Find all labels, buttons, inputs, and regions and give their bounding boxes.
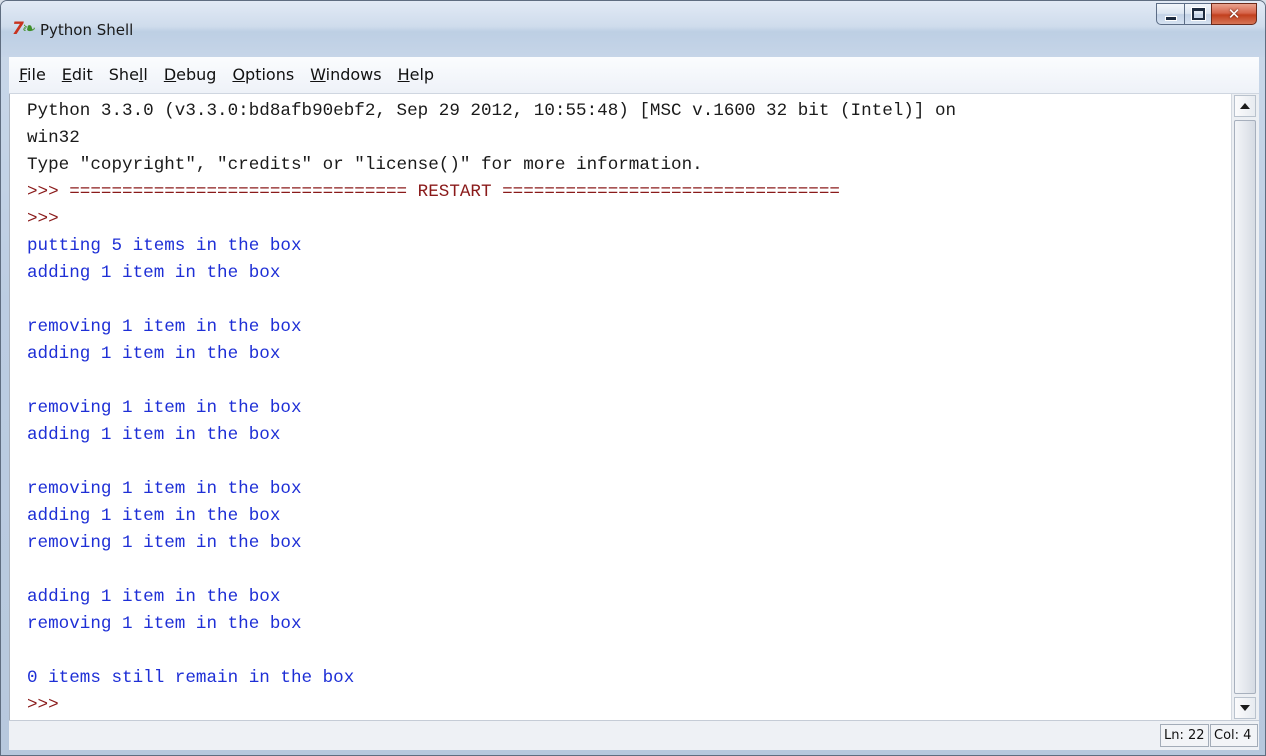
shell-output-line: removing 1 item in the box: [27, 398, 302, 418]
shell-output-line: adding 1 item in the box: [27, 506, 281, 526]
shell-prompt-line: >>>: [27, 209, 70, 229]
menu-file-label: ile: [27, 65, 46, 84]
menu-shell[interactable]: Shell: [101, 64, 156, 86]
close-button[interactable]: ✕: [1211, 3, 1257, 25]
minimize-button[interactable]: [1156, 3, 1184, 25]
scroll-down-button[interactable]: [1234, 697, 1256, 719]
shell-output-line: adding 1 item in the box: [27, 587, 281, 607]
menu-debug-label: ebug: [176, 65, 217, 84]
menu-edit-label: dit: [71, 65, 93, 84]
menu-windows-label: indows: [325, 65, 382, 84]
menu-options-label: ptions: [245, 65, 295, 84]
menu-edit[interactable]: Edit: [54, 64, 101, 86]
title-bar[interactable]: 7❧ Python Shell ✕: [1, 1, 1265, 57]
shell-prompt-line: >>>: [27, 695, 70, 715]
shell-prompt-line: >>> ================================ RES…: [27, 182, 840, 202]
shell-output-line: 0 items still remain in the box: [27, 668, 355, 688]
menu-debug-accel: D: [163, 65, 177, 84]
status-column-number: Col: 4: [1210, 724, 1258, 747]
shell-output: Python 3.3.0 (v3.3.0:bd8afb90ebf2, Sep 2…: [27, 98, 956, 719]
shell-output-line: removing 1 item in the box: [27, 317, 302, 337]
menu-help[interactable]: Help: [390, 64, 442, 86]
menu-windows-accel: W: [310, 65, 326, 84]
shell-output-line: [27, 287, 956, 314]
menu-options-accel: O: [232, 65, 246, 84]
menu-file[interactable]: File: [11, 64, 54, 86]
maximize-button[interactable]: [1184, 3, 1211, 25]
menu-bar: File Edit Shell Debug Options Windows He…: [9, 57, 1259, 94]
shell-output-line: removing 1 item in the box: [27, 479, 302, 499]
caption-buttons: ✕: [1156, 3, 1257, 25]
shell-output-line: [27, 638, 956, 665]
scroll-up-icon: [1240, 103, 1250, 109]
menu-options[interactable]: Options: [224, 64, 302, 86]
menu-help-accel: H: [397, 65, 410, 84]
menu-windows[interactable]: Windows: [302, 64, 389, 86]
shell-output-line: [27, 557, 956, 584]
close-icon: ✕: [1227, 4, 1241, 23]
minimize-icon: [1164, 15, 1177, 21]
scroll-up-button[interactable]: [1234, 95, 1256, 117]
shell-output-line: removing 1 item in the box: [27, 533, 302, 553]
scroll-down-icon: [1240, 705, 1250, 711]
menu-help-label: elp: [409, 65, 435, 84]
status-bar: Ln: 22 Col: 4: [9, 720, 1259, 750]
window-title: Python Shell: [40, 21, 134, 39]
menu-shell-prefix: She: [108, 65, 139, 84]
menu-debug[interactable]: Debug: [156, 64, 225, 86]
menu-file-accel: F: [19, 65, 28, 84]
shell-output-line: adding 1 item in the box: [27, 263, 281, 283]
shell-output-line: win32: [27, 128, 80, 148]
python-shell-window: 7❧ Python Shell ✕ File Edit Shell Debug …: [0, 0, 1266, 756]
shell-output-line: [27, 368, 956, 395]
menu-edit-accel: E: [61, 65, 72, 84]
scrollbar-thumb[interactable]: [1234, 120, 1256, 694]
shell-output-line: putting 5 items in the box: [27, 236, 302, 256]
maximize-icon: [1191, 8, 1205, 20]
vertical-scrollbar[interactable]: [1231, 94, 1259, 720]
shell-output-line: adding 1 item in the box: [27, 425, 281, 445]
shell-output-line: Python 3.3.0 (v3.3.0:bd8afb90ebf2, Sep 2…: [27, 101, 957, 121]
status-line-number: Ln: 22: [1160, 724, 1209, 747]
menu-shell-label: l: [143, 65, 148, 84]
shell-text-area[interactable]: Python 3.3.0 (v3.3.0:bd8afb90ebf2, Sep 2…: [9, 94, 1231, 720]
shell-output-line: adding 1 item in the box: [27, 344, 281, 364]
shell-output-line: [27, 449, 956, 476]
shell-output-line: Type "copyright", "credits" or "license(…: [27, 155, 703, 175]
shell-output-line: removing 1 item in the box: [27, 614, 302, 634]
idle-python-icon[interactable]: 7❧: [12, 19, 36, 39]
